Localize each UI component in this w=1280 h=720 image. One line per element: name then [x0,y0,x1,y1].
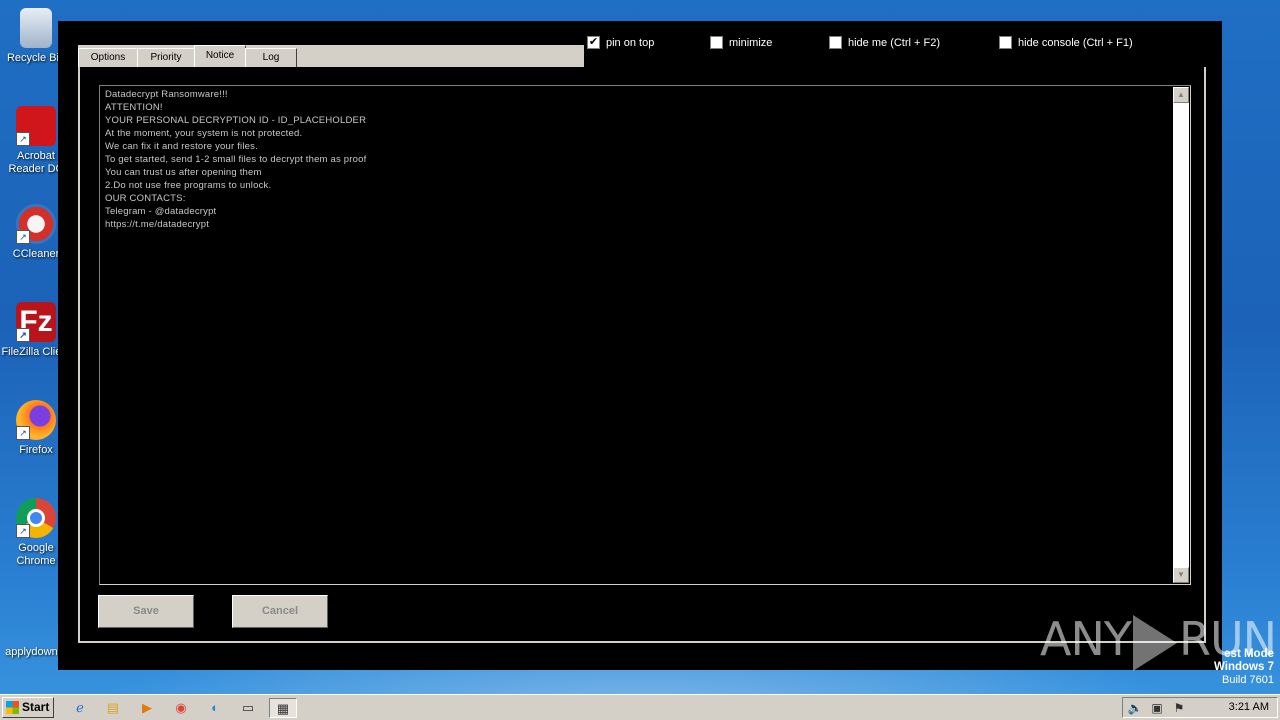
shortcut-arrow-icon: ↗ [16,328,30,342]
checkbox-label: hide me (Ctrl + F2) [848,37,940,49]
desktop-icon-label: Recycle Bin [6,52,66,64]
media-player-icon[interactable]: ▶ [137,698,157,718]
notice-text: Datadecrypt Ransomware!!! ATTENTION! YOU… [105,88,366,231]
tab-strip: Options Priority Notice Log [78,45,584,67]
vertical-scrollbar[interactable]: ▲ ▼ [1173,87,1189,583]
checkbox-checked-icon: ✔ [587,35,600,49]
start-button[interactable]: Start [2,697,54,718]
shortcut-arrow-icon: ↗ [16,230,30,244]
notice-line: https://t.me/datadecrypt [105,219,210,230]
taskbar: Start ℯ ▤ ▶ ◉ ◐ ▭ ▦ 🔈 ▣ ⚑ 3:21 AM [0,694,1280,720]
recycle-bin-icon [20,8,52,48]
internet-explorer-icon[interactable]: ℯ [70,698,90,718]
pin-on-top-checkbox[interactable]: ✔ pin on top [587,35,655,50]
ransomware-window: Options Priority Notice Log ✔ pin on top … [58,21,1222,670]
notice-line: We can fix it and restore your files. [105,141,258,152]
checkbox-label: minimize [729,37,773,49]
firefox-icon: ↗ [16,400,56,440]
notice-line: 2.Do not use free programs to unlock. [105,180,272,191]
windows-logo-icon [6,701,19,714]
os-mode-text: est Mode [1224,648,1274,660]
chrome-taskbar-icon[interactable]: ◉ [171,698,191,718]
chrome-icon: ↗ [16,498,56,538]
scroll-down-arrow-icon[interactable]: ▼ [1173,567,1189,583]
app-window-icon[interactable]: ▭ [236,698,260,718]
tab-notice[interactable]: Notice [194,45,246,67]
notice-line: YOUR PERSONAL DECRYPTION ID - ID_PLACEHO… [105,115,367,126]
network-icon[interactable]: ▣ [1149,700,1165,716]
minimize-checkbox[interactable]: minimize [710,35,773,50]
desktop-icon-label: Firefox [19,444,53,456]
file-explorer-icon[interactable]: ▤ [103,698,123,718]
desktop-icon-label: Google Chrome [16,542,56,567]
os-build-text: Build 7601 [1222,674,1274,686]
system-tray: 🔈 ▣ ⚑ 3:21 AM [1122,697,1278,718]
acrobat-icon: ↗ [16,106,56,146]
clock[interactable]: 3:21 AM [1229,698,1269,717]
notice-line: At the moment, your system is not protec… [105,128,303,139]
watermark-left: ANY [1040,612,1132,666]
desktop-icon-label: CCleaner [12,248,60,260]
notice-textarea[interactable]: Datadecrypt Ransomware!!! ATTENTION! YOU… [99,85,1191,585]
os-name-text: Windows 7 [1214,661,1274,673]
notice-line: To get started, send 1-2 small files to … [105,154,367,165]
play-logo-icon [1132,614,1177,671]
ccleaner-icon: ↗ [16,204,56,244]
filezilla-icon: Fz ↗ [16,302,56,342]
ransomware-task-icon[interactable]: ▦ [269,698,297,718]
shortcut-arrow-icon: ↗ [16,426,30,440]
notice-line: Telegram - @datadecrypt [105,206,217,217]
checkbox-unchecked-icon [710,35,723,49]
notice-line: You can trust us after opening them [105,167,262,178]
scroll-up-arrow-icon[interactable]: ▲ [1173,87,1189,103]
notice-line: ATTENTION! [105,102,163,113]
volume-icon[interactable]: 🔈 [1127,700,1143,716]
notice-line: Datadecrypt Ransomware!!! [105,89,228,100]
tab-priority[interactable]: Priority [137,48,195,67]
notice-line: OUR CONTACTS: [105,193,186,204]
shortcut-arrow-icon: ↗ [16,132,30,146]
desktop-icon-label: Acrobat Reader DC [8,150,64,175]
edge-icon[interactable]: ◐ [205,698,225,718]
save-button[interactable]: Save [98,595,194,628]
hide-me-checkbox[interactable]: hide me (Ctrl + F2) [829,35,940,50]
start-label: Start [22,700,50,714]
checkbox-unchecked-icon [999,35,1012,49]
shortcut-arrow-icon: ↗ [16,524,30,538]
tab-options[interactable]: Options [78,48,138,67]
tab-log[interactable]: Log [245,48,297,67]
action-center-flag-icon[interactable]: ⚑ [1171,700,1187,716]
notice-panel: Datadecrypt Ransomware!!! ATTENTION! YOU… [78,67,1206,643]
os-version-info: est Mode Windows 7 Build 7601 [1214,648,1274,687]
checkbox-label: hide console (Ctrl + F1) [1018,37,1133,49]
cancel-button[interactable]: Cancel [232,595,328,628]
checkbox-label: pin on top [606,37,655,49]
checkbox-unchecked-icon [829,35,842,49]
hide-console-checkbox[interactable]: hide console (Ctrl + F1) [999,35,1133,50]
